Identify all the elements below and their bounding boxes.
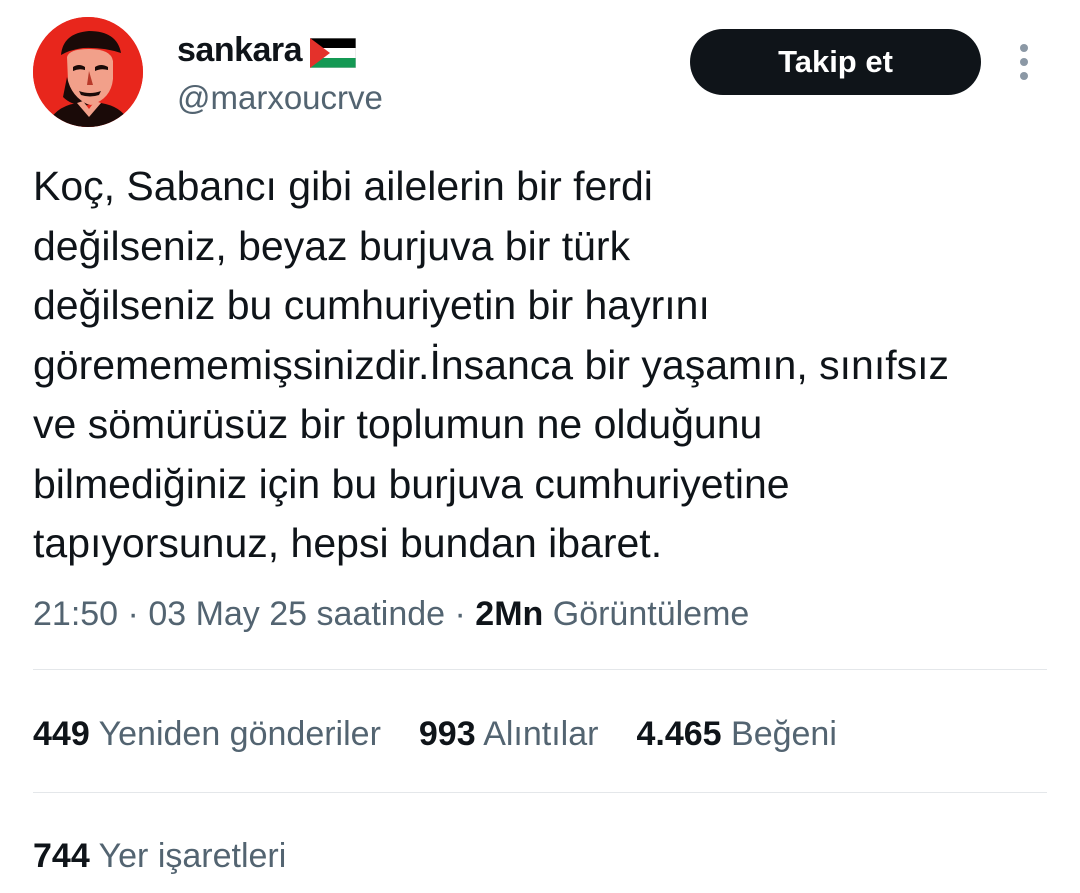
tweet-time[interactable]: 21:50 (33, 595, 118, 633)
divider (33, 669, 1047, 670)
tweet-text: Koç, Sabancı gibi ailelerin bir ferdi de… (33, 163, 949, 566)
avatar-image (33, 17, 143, 127)
engagement-stats: 449 Yeniden gönderiler 993 Alıntılar 4.4… (33, 712, 837, 756)
quotes-count: 993 (418, 715, 476, 753)
views-label: Görüntüleme (552, 595, 750, 633)
follow-button[interactable]: Takip et (690, 29, 981, 95)
quotes-label: Alıntılar (483, 715, 599, 753)
more-vertical-icon[interactable] (1010, 40, 1038, 84)
meta-separator: · (118, 595, 149, 633)
bookmarks-label: Yer işaretleri (98, 837, 287, 875)
tweet-meta: 21:50 · 03 May 25 saatinde · 2Mn Görüntü… (33, 592, 749, 636)
author-display-name[interactable]: sankara (177, 28, 357, 72)
divider (33, 792, 1047, 793)
views-count: 2Mn (475, 595, 544, 633)
tweet-date[interactable]: 03 May 25 saatinde (148, 595, 445, 633)
reposts-stat[interactable]: 449 Yeniden gönderiler (33, 712, 381, 756)
meta-separator: · (445, 595, 476, 633)
bookmarks-stat[interactable]: 744 Yer işaretleri (33, 834, 286, 878)
avatar[interactable] (33, 17, 143, 127)
likes-stat[interactable]: 4.465 Beğeni (636, 712, 836, 756)
display-name-text: sankara (177, 31, 303, 69)
likes-count: 4.465 (636, 715, 722, 753)
reposts-count: 449 (33, 715, 90, 753)
bookmarks-count: 744 (33, 837, 90, 875)
author-handle[interactable]: @marxoucrve (177, 76, 383, 120)
likes-label: Beğeni (731, 715, 837, 753)
quotes-stat[interactable]: 993 Alıntılar (419, 712, 599, 756)
reposts-label: Yeniden gönderiler (98, 715, 381, 753)
palestine-flag-icon (309, 35, 357, 69)
